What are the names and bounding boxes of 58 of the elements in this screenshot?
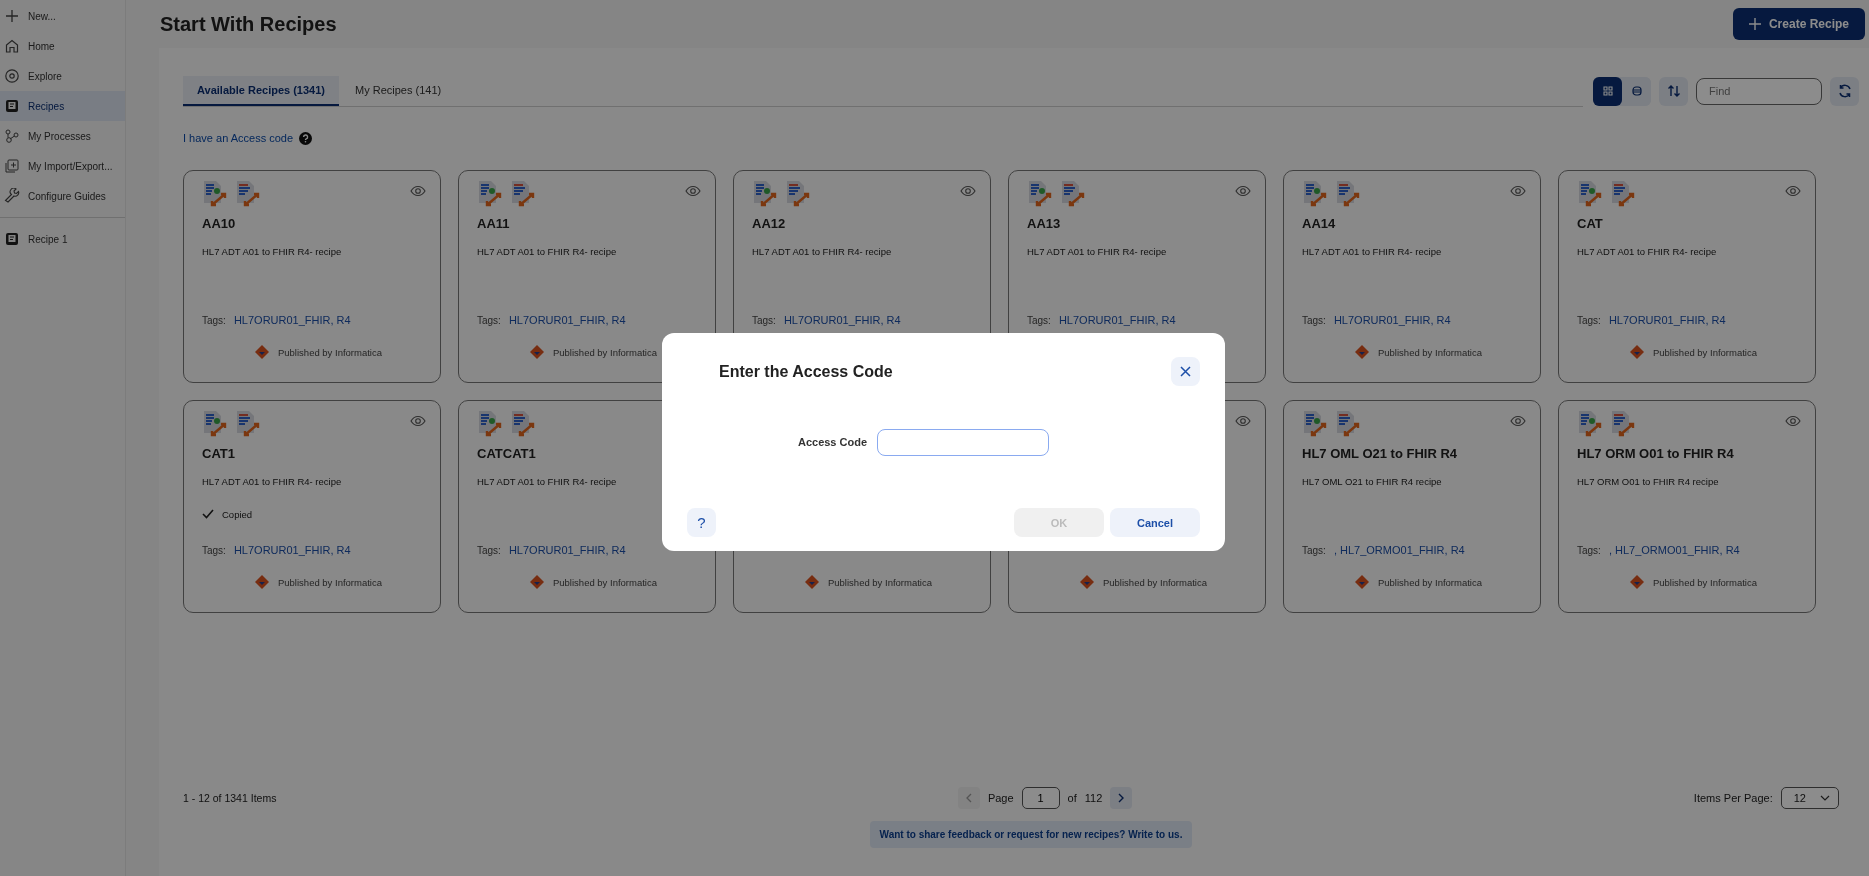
of-label: of [1067, 792, 1077, 804]
recipe-description: HL7 ADT A01 to FHIR R4- recipe [1302, 245, 1442, 257]
item-range: 1 - 12 of 1341 Items [183, 792, 277, 804]
recipe-title: CAT [1577, 215, 1603, 231]
recipe-title: AA11 [477, 215, 510, 231]
publisher-text: Published by Informatica [827, 576, 932, 588]
publisher-text: Published by Informatica [1652, 346, 1757, 358]
tags-label: Tags: [1027, 314, 1051, 326]
total-pages: 112 [1084, 792, 1103, 804]
recipe-description: HL7 ADT A01 to FHIR R4- recipe [202, 245, 342, 257]
tags-label: Tags: [202, 544, 226, 556]
tags-label: Tags: [202, 314, 226, 326]
recipe-description: HL7 ADT A01 to FHIR R4- recipe [477, 245, 617, 257]
tags-label: Tags: [1302, 314, 1326, 326]
recipe-description: HL7 ADT A01 to FHIR R4- recipe [1577, 245, 1717, 257]
recipe-title: CAT1 [202, 445, 235, 461]
items-per-page-label: Items Per Page: [1693, 792, 1773, 804]
tags-value: , HL7_ORMO01_FHIR, R4 [1333, 544, 1465, 556]
tags-label: Tags: [477, 544, 501, 556]
tags-value: HL7ORUR01_FHIR, R4 [508, 544, 626, 556]
recipe-title: HL7 OML O21 to FHIR R4 [1302, 445, 1458, 461]
recipe-description: HL7 ADT A01 to FHIR R4- recipe [752, 245, 892, 257]
tags-value: HL7ORUR01_FHIR, R4 [783, 314, 901, 326]
tags-label: Tags: [477, 314, 501, 326]
publisher-text: Published by Informatica [1377, 576, 1482, 588]
recipe-description: HL7 ORM O01 to FHIR R4 recipe [1577, 475, 1719, 487]
recipe-description: HL7 ADT A01 to FHIR R4- recipe [202, 475, 342, 487]
publisher-text: Published by Informatica [277, 576, 382, 588]
recipe-title: AA10 [202, 215, 236, 231]
recipe-description: HL7 ADT A01 to FHIR R4- recipe [1027, 245, 1167, 257]
tags-value: HL7ORUR01_FHIR, R4 [1333, 314, 1451, 326]
copied-status: Copied [222, 508, 253, 520]
publisher-text: Published by Informatica [552, 576, 657, 588]
recipe-title: HL7 ORM O01 to FHIR R4 [1577, 445, 1734, 461]
publisher-text: Published by Informatica [1377, 346, 1482, 358]
tags-label: Tags: [1302, 544, 1326, 556]
tags-value: , HL7_ORMO01_FHIR, R4 [1608, 544, 1740, 556]
tags-value: HL7ORUR01_FHIR, R4 [508, 314, 626, 326]
recipe-title: AA13 [1027, 215, 1061, 231]
publisher-text: Published by Informatica [552, 346, 657, 358]
tags-label: Tags: [1577, 544, 1601, 556]
tags-value: HL7ORUR01_FHIR, R4 [1608, 314, 1726, 326]
publisher-text: Published by Informatica [1102, 576, 1207, 588]
field-label: Access Code [797, 436, 868, 448]
recipe-description: HL7 ADT A01 to FHIR R4- recipe [477, 475, 617, 487]
publisher-text: Published by Informatica [1652, 576, 1757, 588]
recipe-title: CATCAT1 [477, 445, 536, 461]
publisher-text: Published by Informatica [277, 346, 382, 358]
recipe-description: HL7 OML O21 to FHIR R4 recipe [1302, 475, 1442, 487]
recipe-title: AA14 [1302, 215, 1336, 231]
tags-value: HL7ORUR01_FHIR, R4 [233, 314, 351, 326]
tags-label: Tags: [1577, 314, 1601, 326]
page-label: Page [987, 792, 1014, 804]
page-title: Start With Recipes [160, 12, 338, 36]
tags-label: Tags: [752, 314, 776, 326]
tags-value: HL7ORUR01_FHIR, R4 [233, 544, 351, 556]
tags-value: HL7ORUR01_FHIR, R4 [1058, 314, 1176, 326]
recipe-title: AA12 [752, 215, 786, 231]
